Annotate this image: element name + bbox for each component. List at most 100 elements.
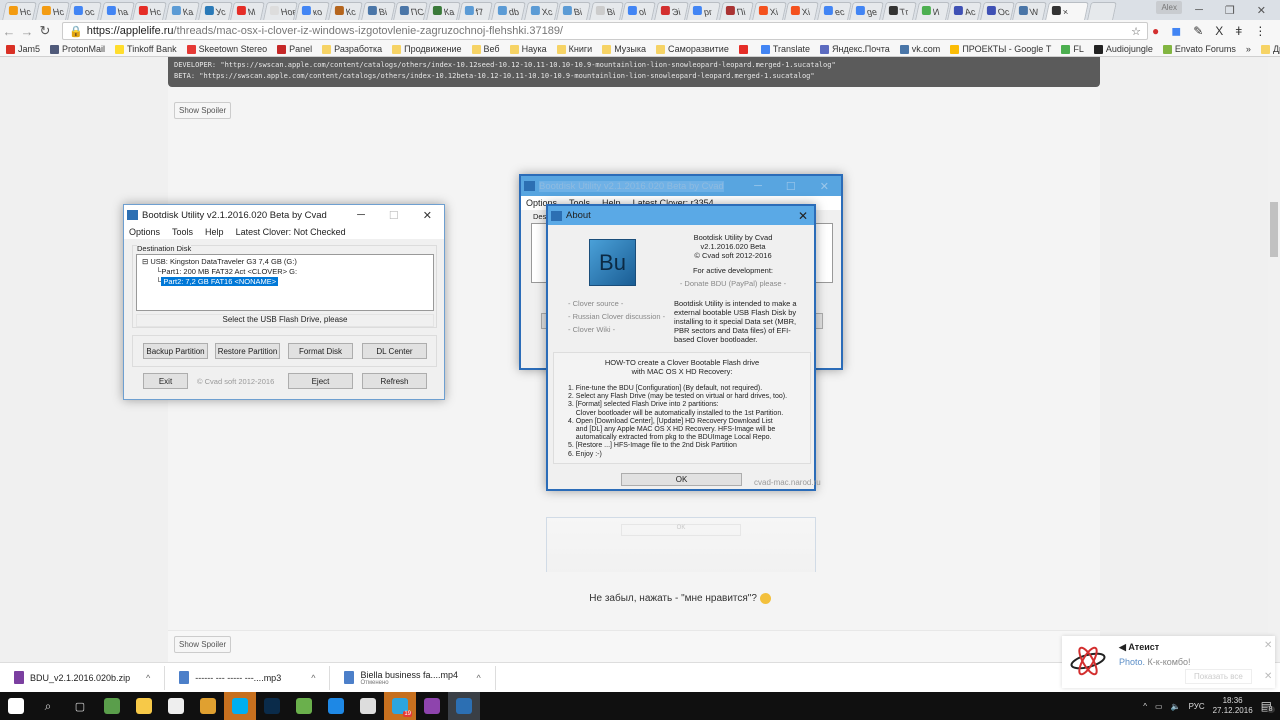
refresh-button[interactable]: Refresh <box>362 373 427 389</box>
bookmark[interactable]: Веб <box>471 44 500 54</box>
tab[interactable]: Ас <box>947 2 983 20</box>
tree-node-part2[interactable]: └ Part2: 7,2 GB FAT16 <NONAME> <box>142 277 428 287</box>
edge-taskbar-icon[interactable] <box>320 692 352 720</box>
tab[interactable]: Ві <box>588 2 624 20</box>
tree-node-usb[interactable]: ⊟ USB: Kingston DataTraveler G3 7,4 GB (… <box>142 257 428 267</box>
close-icon[interactable]: ✕ <box>1264 640 1272 651</box>
notification[interactable]: ◀ Атеист Photo. К-к-комбо! ✕ Показать вс… <box>1062 636 1275 688</box>
tab[interactable]: Хс <box>523 2 559 20</box>
close-icon[interactable]: ✕ <box>820 180 829 193</box>
close-icon[interactable]: ✕ <box>1257 4 1266 17</box>
reload-icon[interactable]: ↻ <box>36 23 54 39</box>
restore-icon[interactable]: ❐ <box>1225 4 1235 17</box>
action-center-icon[interactable]: ▤ 8 <box>1261 699 1275 713</box>
chevron-up-icon[interactable]: ^ <box>1143 702 1147 711</box>
bookmark[interactable]: Tinkoff Bank <box>115 44 177 54</box>
tree-node-part1[interactable]: └Part1: 200 MB FAT32 Act <CLOVER> G: <box>142 267 428 277</box>
x-extension-icon[interactable]: X <box>1215 24 1223 38</box>
adblock-icon[interactable]: ● <box>1152 24 1159 38</box>
menu-tools[interactable]: Tools <box>172 227 193 237</box>
settings-taskbar-icon[interactable] <box>352 692 384 720</box>
tab[interactable]: И <box>914 2 950 20</box>
backup-partition-button[interactable]: Backup Partition <box>143 343 208 359</box>
tab[interactable]: ос <box>67 2 103 20</box>
winrar-taskbar-icon[interactable] <box>416 692 448 720</box>
bdu-taskbar-icon[interactable] <box>448 692 480 720</box>
bookmark[interactable]: Наука <box>509 44 547 54</box>
tab[interactable]: Ка <box>425 2 461 20</box>
search-taskbar-icon[interactable]: ⌕ <box>32 692 64 720</box>
bookmark[interactable]: vk.com <box>899 44 940 54</box>
task-view-taskbar-icon[interactable]: ▢ <box>64 692 96 720</box>
explorer-taskbar-icon[interactable] <box>128 692 160 720</box>
minimize-icon[interactable]: ─ <box>357 209 365 222</box>
bookmarks-overflow[interactable]: » <box>1246 44 1251 54</box>
tab[interactable]: Новая <box>262 2 298 20</box>
bookmark[interactable]: ПРОЕКТЫ - Google Т <box>950 44 1051 54</box>
tab[interactable]: Тг <box>882 2 917 20</box>
chevron-up-icon[interactable]: ^ <box>146 673 150 683</box>
menu-help[interactable]: Help <box>205 227 224 237</box>
profile-button[interactable]: Alex <box>1156 1 1182 14</box>
tab[interactable]: Ос <box>979 2 1015 20</box>
maximize-icon[interactable]: ☐ <box>786 180 796 193</box>
tab[interactable]: Эі <box>653 2 689 20</box>
close-icon[interactable]: ✕ <box>423 209 432 222</box>
tab[interactable]: Ус <box>197 2 233 20</box>
clover-wiki-link[interactable]: - Clover Wiki - <box>568 323 665 336</box>
tab[interactable]: × <box>1045 2 1089 20</box>
minimize-icon[interactable]: ─ <box>1195 4 1203 16</box>
tab[interactable]: ес <box>816 2 852 20</box>
address-bar[interactable]: 🔒 https://applelife.ru/threads/mac-osx-i… <box>62 22 1148 40</box>
bookmark[interactable]: Яндекс.Почта <box>820 44 890 54</box>
vpn-taskbar-icon[interactable] <box>96 692 128 720</box>
bookmark[interactable] <box>738 44 751 54</box>
bookmark[interactable]: FL <box>1061 44 1084 54</box>
restore-partition-button[interactable]: Restore Partition <box>215 343 280 359</box>
bookmark[interactable]: Jam5 <box>6 44 40 54</box>
telegram-taskbar-icon[interactable]: 19 <box>384 692 416 720</box>
exit-button[interactable]: Exit <box>143 373 188 389</box>
new-tab-button[interactable] <box>1086 2 1117 20</box>
bookmark[interactable]: Продвижение <box>392 44 462 54</box>
russian-clover-link[interactable]: - Russian Clover discussion - <box>568 310 665 323</box>
chrome-taskbar-icon[interactable] <box>192 692 224 720</box>
scrollbar[interactable] <box>1268 57 1280 662</box>
utorrent-taskbar-icon[interactable] <box>288 692 320 720</box>
disk-tree[interactable]: ⊟ USB: Kingston DataTraveler G3 7,4 GB (… <box>136 254 434 311</box>
clock[interactable]: 18:36 27.12.2016 <box>1213 696 1253 716</box>
bookmark[interactable]: Envato Forums <box>1162 44 1236 54</box>
back-icon[interactable]: ← <box>0 24 18 39</box>
latest-clover[interactable]: Latest Clover: Not Checked <box>236 227 346 237</box>
forward-icon[interactable]: → <box>18 24 36 39</box>
maximize-icon[interactable]: ☐ <box>389 209 399 222</box>
scrollbar-thumb[interactable] <box>1270 202 1278 257</box>
show-spoiler-button[interactable]: Show Spoiler <box>174 102 232 119</box>
download-item[interactable]: ------ --- ----- ---....mp3 ^ <box>165 665 331 690</box>
bookmark[interactable]: Panel <box>277 44 312 54</box>
extension2-icon[interactable]: ǂ <box>1235 24 1242 38</box>
dl-center-button[interactable]: DL Center <box>362 343 427 359</box>
tab[interactable]: Пі <box>719 2 754 20</box>
bookmark[interactable]: Skeetown Stereo <box>186 44 267 54</box>
volume-icon[interactable]: 🔈 <box>1171 702 1181 711</box>
bookmark[interactable]: Музыка <box>602 44 646 54</box>
tab[interactable]: db <box>490 2 526 20</box>
menu-options[interactable]: Options <box>129 227 160 237</box>
clover-source-link[interactable]: - Clover source - <box>568 297 665 310</box>
other-bookmarks[interactable]: Другие закладки <box>1260 44 1280 54</box>
ok-button[interactable]: OK <box>621 473 742 486</box>
extension-icon[interactable]: ✎ <box>1193 24 1203 38</box>
show-spoiler-button-2[interactable]: Show Spoiler <box>174 636 232 653</box>
close-icon[interactable]: ✕ <box>798 209 814 223</box>
download-item[interactable]: Biella business fa....mp4 Отменено ^ <box>330 665 496 690</box>
tab[interactable]: ol <box>621 2 657 20</box>
bookmark[interactable]: Translate <box>760 44 810 54</box>
tab[interactable]: Нс <box>34 2 70 20</box>
chevron-up-icon[interactable]: ^ <box>311 673 315 683</box>
bookmark[interactable]: Книги <box>556 44 592 54</box>
tab[interactable]: Нс <box>2 2 37 20</box>
menu-icon[interactable]: ⋮ <box>1254 24 1266 38</box>
tab[interactable]: Кс <box>328 2 363 20</box>
format-disk-button[interactable]: Format Disk <box>288 343 353 359</box>
